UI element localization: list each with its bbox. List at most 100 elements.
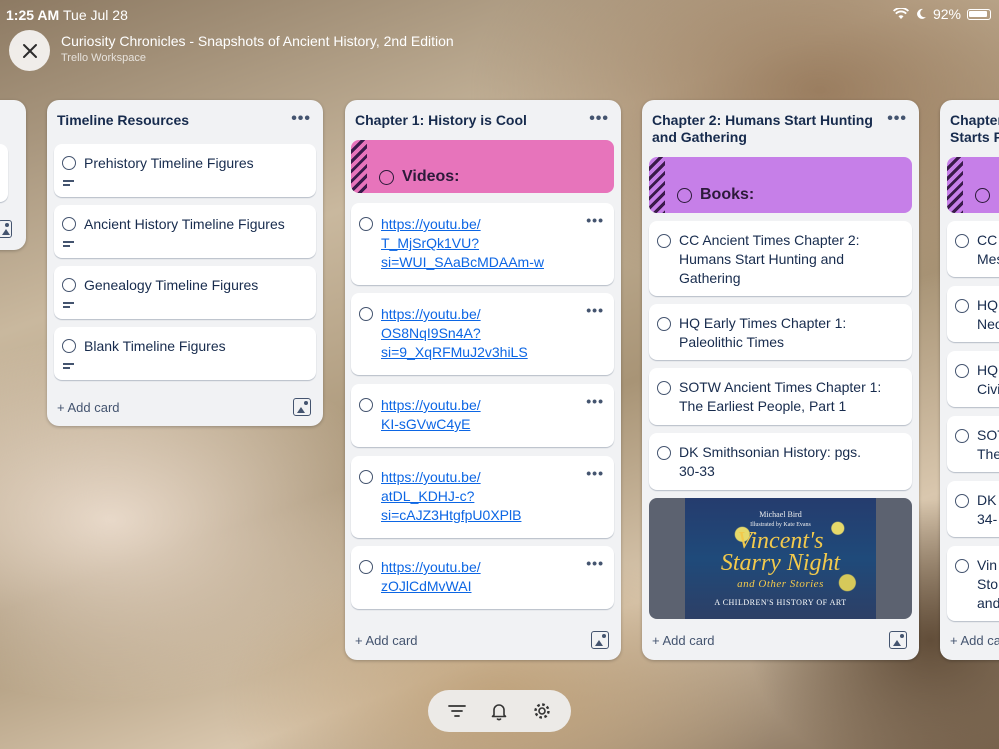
checkbox-icon[interactable] bbox=[657, 234, 671, 248]
checkbox-icon[interactable] bbox=[955, 234, 969, 248]
bell-icon bbox=[492, 704, 507, 721]
list-timeline-resources: Timeline Resources ••• Prehistory Timeli… bbox=[47, 100, 323, 426]
card-template-icon[interactable] bbox=[591, 631, 609, 649]
card-title: DK Smithsonian History: pgs. 30-33 bbox=[679, 444, 862, 479]
battery-icon bbox=[967, 8, 991, 20]
card-title: SOTThe bbox=[977, 427, 999, 462]
list-menu-button[interactable]: ••• bbox=[589, 110, 609, 128]
checkbox-icon[interactable] bbox=[975, 188, 990, 203]
card-blank-timeline[interactable]: Blank Timeline Figures bbox=[54, 327, 316, 380]
add-card-button[interactable]: + Add card bbox=[652, 633, 715, 648]
checkbox-icon[interactable] bbox=[62, 217, 76, 231]
list-title: Chapter Starts F bbox=[950, 112, 999, 145]
card-menu-button[interactable]: ••• bbox=[586, 392, 604, 411]
card-menu-button[interactable]: ••• bbox=[586, 464, 604, 483]
checkbox-icon[interactable] bbox=[955, 299, 969, 313]
checkbox-icon[interactable] bbox=[955, 559, 969, 573]
add-card-button[interactable]: + Add ca bbox=[950, 633, 999, 648]
settings-button[interactable] bbox=[530, 699, 554, 723]
video-link[interactable]: https://youtu.be/zOJlCdMvWAI bbox=[381, 558, 481, 596]
checkbox-icon[interactable] bbox=[657, 317, 671, 331]
card-genealogy[interactable]: Genealogy Timeline Figures bbox=[54, 266, 316, 319]
card-partial[interactable]: HQ Neo bbox=[947, 286, 999, 342]
book-title: Vincent's Starry Night bbox=[720, 528, 841, 576]
gear-icon bbox=[534, 703, 550, 719]
checkbox-icon[interactable] bbox=[62, 339, 76, 353]
card-partial[interactable]: CCMes bbox=[947, 221, 999, 277]
list-menu-button[interactable]: ••• bbox=[887, 110, 907, 128]
video-link[interactable]: https://youtu.be/OS8NqI9Sn4A? si=9_XqRFMu… bbox=[381, 305, 528, 362]
checkbox-icon[interactable] bbox=[955, 429, 969, 443]
card-partial[interactable]: HQ Civi bbox=[947, 351, 999, 407]
checkbox-icon[interactable] bbox=[359, 217, 373, 231]
checkbox-icon[interactable] bbox=[359, 307, 373, 321]
card-menu-button[interactable]: ••• bbox=[586, 211, 604, 230]
card-sotw[interactable]: SOTW Ancient Times Chapter 1: The Earlies… bbox=[649, 368, 912, 425]
card-partial[interactable] bbox=[0, 144, 8, 202]
workspace-name: Trello Workspace bbox=[61, 52, 146, 64]
card-template-icon[interactable] bbox=[889, 631, 907, 649]
status-indicators: 92% bbox=[892, 6, 991, 22]
card-title: DK 34- bbox=[977, 492, 998, 527]
card-video-5[interactable]: https://youtu.be/zOJlCdMvWAI ••• bbox=[351, 546, 614, 609]
card-prehistory[interactable]: Prehistory Timeline Figures bbox=[54, 144, 316, 197]
card-partial[interactable]: DK 34- bbox=[947, 481, 999, 537]
video-link[interactable]: https://youtu.be/T_MjSrQk1VU? si=WUI_SAaB… bbox=[381, 215, 544, 272]
card-video-2[interactable]: https://youtu.be/OS8NqI9Sn4A? si=9_XqRFMu… bbox=[351, 293, 614, 375]
card-cc-ancient-times[interactable]: CC Ancient Times Chapter 2: Humans Start … bbox=[649, 221, 912, 296]
card-hq-early-times[interactable]: HQ Early Times Chapter 1: Paleolithic Tim… bbox=[649, 304, 912, 360]
list-chapter-2: Chapter 2: Humans Start Hunting and Gathe… bbox=[642, 100, 919, 660]
close-button[interactable] bbox=[9, 30, 50, 71]
section-title: Books: bbox=[700, 186, 755, 203]
list-menu-button[interactable]: ••• bbox=[291, 110, 311, 128]
section-card-books[interactable]: B bbox=[947, 157, 999, 213]
add-card-button[interactable]: + Add card bbox=[355, 633, 418, 648]
book-tagline: A CHILDREN'S HISTORY OF ART bbox=[714, 598, 847, 607]
video-link[interactable]: https://youtu.be/KI-sGVwC4yE bbox=[381, 396, 481, 434]
card-title: Vin Sto and bbox=[977, 557, 999, 611]
card-partial[interactable]: SOTThe bbox=[947, 416, 999, 472]
pattern-decoration bbox=[947, 157, 963, 213]
video-link[interactable]: https://youtu.be/atDL_KDHJ-c? si=cAJZ3Htg… bbox=[381, 468, 521, 525]
card-video-4[interactable]: https://youtu.be/atDL_KDHJ-c? si=cAJZ3Htg… bbox=[351, 456, 614, 538]
card-menu-button[interactable]: ••• bbox=[586, 301, 604, 320]
section-card-books[interactable]: Books: bbox=[649, 157, 912, 213]
section-card-videos[interactable]: Videos: bbox=[351, 140, 614, 193]
card-template-icon[interactable] bbox=[293, 398, 311, 416]
card-ancient-history[interactable]: Ancient History Timeline Figures bbox=[54, 205, 316, 258]
card-dk-smithsonian[interactable]: DK Smithsonian History: pgs. 30-33 bbox=[649, 433, 912, 490]
card-title: CCMes bbox=[977, 232, 999, 267]
checkbox-icon[interactable] bbox=[62, 278, 76, 292]
description-icon bbox=[63, 179, 75, 187]
checkbox-icon[interactable] bbox=[657, 446, 671, 460]
card-video-1[interactable]: https://youtu.be/T_MjSrQk1VU? si=WUI_SAaB… bbox=[351, 203, 614, 285]
description-icon bbox=[63, 362, 75, 370]
checkbox-icon[interactable] bbox=[955, 494, 969, 508]
card-title: HQ Neo bbox=[977, 297, 999, 332]
list-partial-left bbox=[0, 100, 26, 250]
close-icon bbox=[22, 43, 37, 58]
pattern-decoration bbox=[649, 157, 665, 213]
checkbox-icon[interactable] bbox=[359, 560, 373, 574]
book-author: Michael Bird Illustrated by Kate Evans bbox=[750, 510, 811, 528]
card-title: SOTW Ancient Times Chapter 1: The Earlies… bbox=[679, 379, 882, 414]
checkbox-icon[interactable] bbox=[62, 156, 76, 170]
notifications-button[interactable] bbox=[487, 699, 511, 723]
checkbox-icon[interactable] bbox=[657, 381, 671, 395]
card-title: Ancient History Timeline Figures bbox=[84, 216, 285, 232]
checkbox-icon[interactable] bbox=[359, 398, 373, 412]
checkbox-icon[interactable] bbox=[955, 364, 969, 378]
book-cover-card[interactable]: Michael Bird Illustrated by Kate Evans Vi… bbox=[649, 498, 912, 619]
filter-icon bbox=[448, 705, 467, 717]
checkbox-icon[interactable] bbox=[677, 188, 692, 203]
filter-button[interactable] bbox=[445, 699, 469, 723]
list-title: Chapter 2: Humans Start Hunting and Gathe… bbox=[652, 112, 873, 145]
checkbox-icon[interactable] bbox=[379, 170, 394, 185]
add-card-button[interactable]: + Add card bbox=[57, 400, 120, 415]
checkbox-icon[interactable] bbox=[359, 470, 373, 484]
card-menu-button[interactable]: ••• bbox=[586, 554, 604, 573]
image-icon[interactable] bbox=[0, 220, 12, 238]
card-video-3[interactable]: https://youtu.be/KI-sGVwC4yE ••• bbox=[351, 384, 614, 447]
card-partial[interactable]: Vin Sto and bbox=[947, 546, 999, 621]
board-title: Curiosity Chronicles - Snapshots of Anci… bbox=[61, 33, 454, 49]
